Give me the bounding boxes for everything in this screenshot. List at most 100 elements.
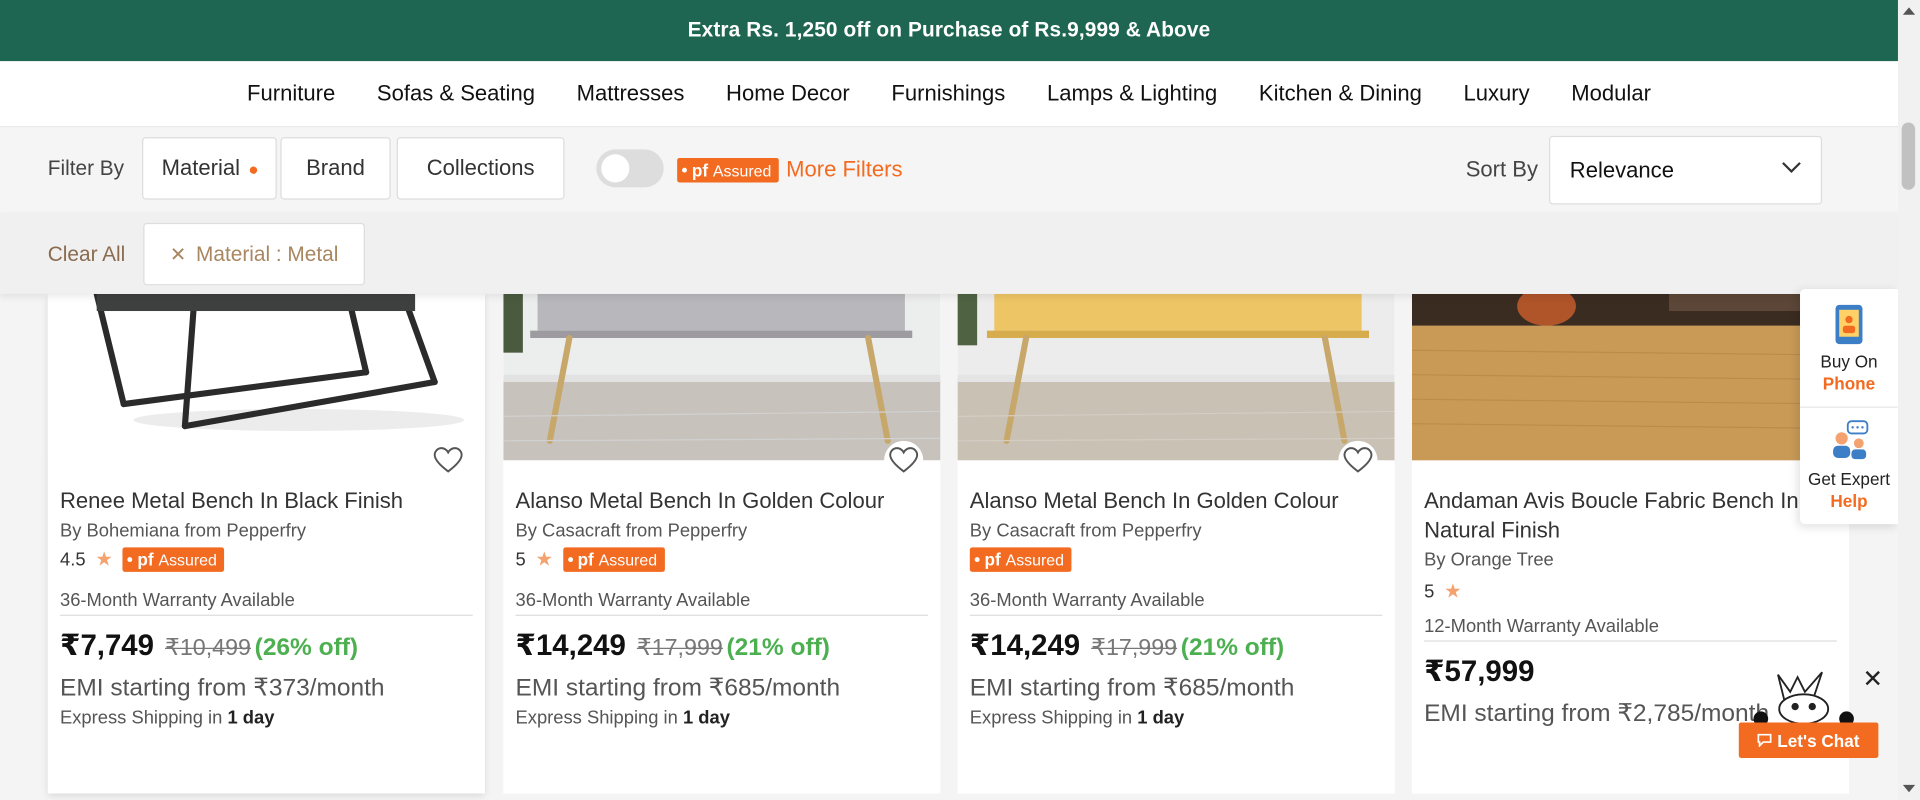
phone-icon	[1835, 304, 1863, 345]
pf-assured-toggle[interactable]	[596, 149, 664, 188]
chevron-down-icon	[1782, 162, 1801, 173]
product-card[interactable]: Alanso Metal Bench In Golden Colour By C…	[957, 293, 1395, 794]
product-grid: Renee Metal Bench In Black Finish By Boh…	[0, 293, 1898, 800]
product-title[interactable]: Alanso Metal Bench In Golden Colour	[970, 486, 1380, 515]
filter-chip-collections[interactable]: Collections	[396, 137, 565, 200]
product-card[interactable]: Renee Metal Bench In Black Finish By Boh…	[47, 293, 485, 794]
nav-item-mattresses[interactable]: Mattresses	[577, 81, 685, 107]
nav-item-kitchen-dining[interactable]: Kitchen & Dining	[1259, 81, 1422, 107]
nav-item-home-decor[interactable]: Home Decor	[726, 81, 850, 107]
page: Extra Rs. 1,250 off on Purchase of Rs.9,…	[0, 0, 1920, 800]
shipping-text: Express Shipping in 1 day	[969, 707, 1185, 729]
mrp: ₹17,999	[1091, 635, 1178, 662]
divider	[1800, 406, 1898, 408]
scroll-up-icon[interactable]	[1902, 7, 1916, 15]
pf-assured-badge: pf Assured	[562, 547, 665, 572]
rating-value: 5	[515, 549, 526, 571]
star-icon: ★	[535, 549, 554, 571]
scroll-thumb[interactable]	[1901, 122, 1916, 190]
nav-item-luxury[interactable]: Luxury	[1463, 81, 1529, 107]
emi-text: EMI starting from ₹685/month	[515, 674, 841, 702]
rating-value: 5	[1424, 581, 1435, 602]
price: ₹7,749	[60, 629, 154, 663]
product-image[interactable]	[1411, 293, 1849, 461]
star-icon: ★	[95, 549, 113, 571]
active-dot-icon	[249, 165, 258, 174]
nav-item-sofas-seating[interactable]: Sofas & Seating	[377, 81, 535, 107]
product-image[interactable]	[957, 293, 1395, 461]
sort-by-label: Sort By	[1465, 156, 1539, 182]
filter-by-label: Filter By	[47, 156, 125, 181]
nav-item-furnishings[interactable]: Furnishings	[891, 81, 1005, 107]
price-row: ₹14,249 ₹17,999 (21% off)	[516, 628, 830, 664]
heart-icon	[1343, 447, 1373, 473]
chat-bubble-icon	[1758, 733, 1773, 747]
sort-select[interactable]: Relevance	[1548, 135, 1823, 205]
discount: (21% off)	[1180, 634, 1285, 662]
warranty-text: 36-Month Warranty Available	[969, 590, 1383, 616]
buy-on-phone-button[interactable]: Buy On Phone	[1800, 304, 1898, 395]
wishlist-button[interactable]	[428, 440, 468, 481]
rating-row: 4.5 ★ pf Assured	[60, 547, 225, 572]
warranty-text: 36-Month Warranty Available	[60, 590, 473, 616]
pf-assured-badge: pf Assured	[122, 547, 225, 572]
wishlist-button[interactable]	[1338, 440, 1378, 481]
main-nav: Furniture Sofas & Seating Mattresses Hom…	[0, 61, 1898, 128]
rating-row: pf Assured	[969, 547, 1072, 572]
applied-filter-chip[interactable]: ✕ Material : Metal	[143, 222, 365, 286]
emi-text: EMI starting from ₹2,785/month	[1424, 700, 1770, 728]
price-row: ₹14,249 ₹17,999 (21% off)	[970, 628, 1284, 664]
filter-bar: Filter By Material Brand Collections pf A…	[0, 127, 1898, 214]
get-expert-help-button[interactable]: Get Expert Help	[1800, 419, 1898, 512]
scroll-down-icon[interactable]	[1902, 784, 1916, 793]
shipping-text: Express Shipping in 1 day	[515, 707, 730, 729]
product-card[interactable]: Alanso Metal Bench In Golden Colour By C…	[503, 293, 941, 794]
promo-banner[interactable]: Extra Rs. 1,250 off on Purchase of Rs.9,…	[0, 0, 1898, 62]
heart-icon	[433, 447, 463, 473]
star-icon: ★	[1444, 581, 1462, 603]
wishlist-button[interactable]	[884, 440, 924, 481]
shipping-text: Express Shipping in 1 day	[60, 707, 275, 729]
product-brand[interactable]: By Bohemiana from Pepperfry	[60, 520, 306, 541]
emi-text: EMI starting from ₹685/month	[969, 674, 1295, 702]
emi-text: EMI starting from ₹373/month	[60, 674, 385, 702]
product-image[interactable]	[47, 293, 485, 461]
more-filters-link[interactable]: More Filters	[786, 157, 902, 183]
toggle-knob	[601, 154, 630, 183]
discount: (26% off)	[254, 634, 359, 662]
expert-help-icon	[1833, 420, 1869, 460]
product-image[interactable]	[503, 293, 941, 461]
product-title[interactable]: Andaman Avis Boucle Fabric Bench In Natu…	[1424, 486, 1828, 545]
mrp: ₹17,999	[636, 635, 723, 662]
rating-value: 4.5	[60, 549, 86, 571]
price: ₹14,249	[969, 629, 1081, 663]
warranty-text: 12-Month Warranty Available	[1424, 616, 1837, 642]
heart-icon	[889, 447, 919, 473]
product-brand[interactable]: By Casacraft from Pepperfry	[970, 520, 1202, 541]
price: ₹14,249	[515, 629, 626, 663]
rating-row: 5 ★ pf Assured	[515, 547, 665, 572]
nav-item-lamps-lighting[interactable]: Lamps & Lighting	[1047, 81, 1217, 107]
page-scrollbar[interactable]	[1897, 0, 1920, 800]
rating-row: 5 ★	[1424, 579, 1462, 603]
product-title[interactable]: Alanso Metal Bench In Golden Colour	[516, 486, 926, 515]
product-brand[interactable]: By Casacraft from Pepperfry	[516, 520, 748, 541]
filter-chip-material[interactable]: Material	[142, 137, 277, 200]
price-row: ₹7,749 ₹10,499 (26% off)	[60, 628, 358, 664]
chat-widget[interactable]: Let's Chat	[1736, 667, 1880, 760]
chat-mascot-icon	[1753, 671, 1854, 727]
filter-chip-brand[interactable]: Brand	[280, 137, 391, 200]
product-title[interactable]: Renee Metal Bench In Black Finish	[60, 486, 470, 515]
promo-text: Extra Rs. 1,250 off on Purchase of Rs.9,…	[687, 18, 1211, 42]
price-row: ₹57,999	[1424, 654, 1534, 690]
lets-chat-button[interactable]: Let's Chat	[1738, 722, 1879, 758]
nav-item-furniture[interactable]: Furniture	[247, 81, 335, 107]
side-help-panel: Buy On Phone Get Expert Help	[1800, 288, 1898, 525]
clear-all-button[interactable]: Clear All	[48, 242, 126, 266]
close-icon[interactable]: ✕	[170, 242, 186, 266]
nav-item-modular[interactable]: Modular	[1571, 81, 1651, 107]
product-brand[interactable]: By Orange Tree	[1424, 550, 1554, 571]
pf-assured-badge: pf Assured	[969, 547, 1072, 572]
warranty-text: 36-Month Warranty Available	[515, 590, 929, 616]
discount: (21% off)	[726, 634, 830, 662]
